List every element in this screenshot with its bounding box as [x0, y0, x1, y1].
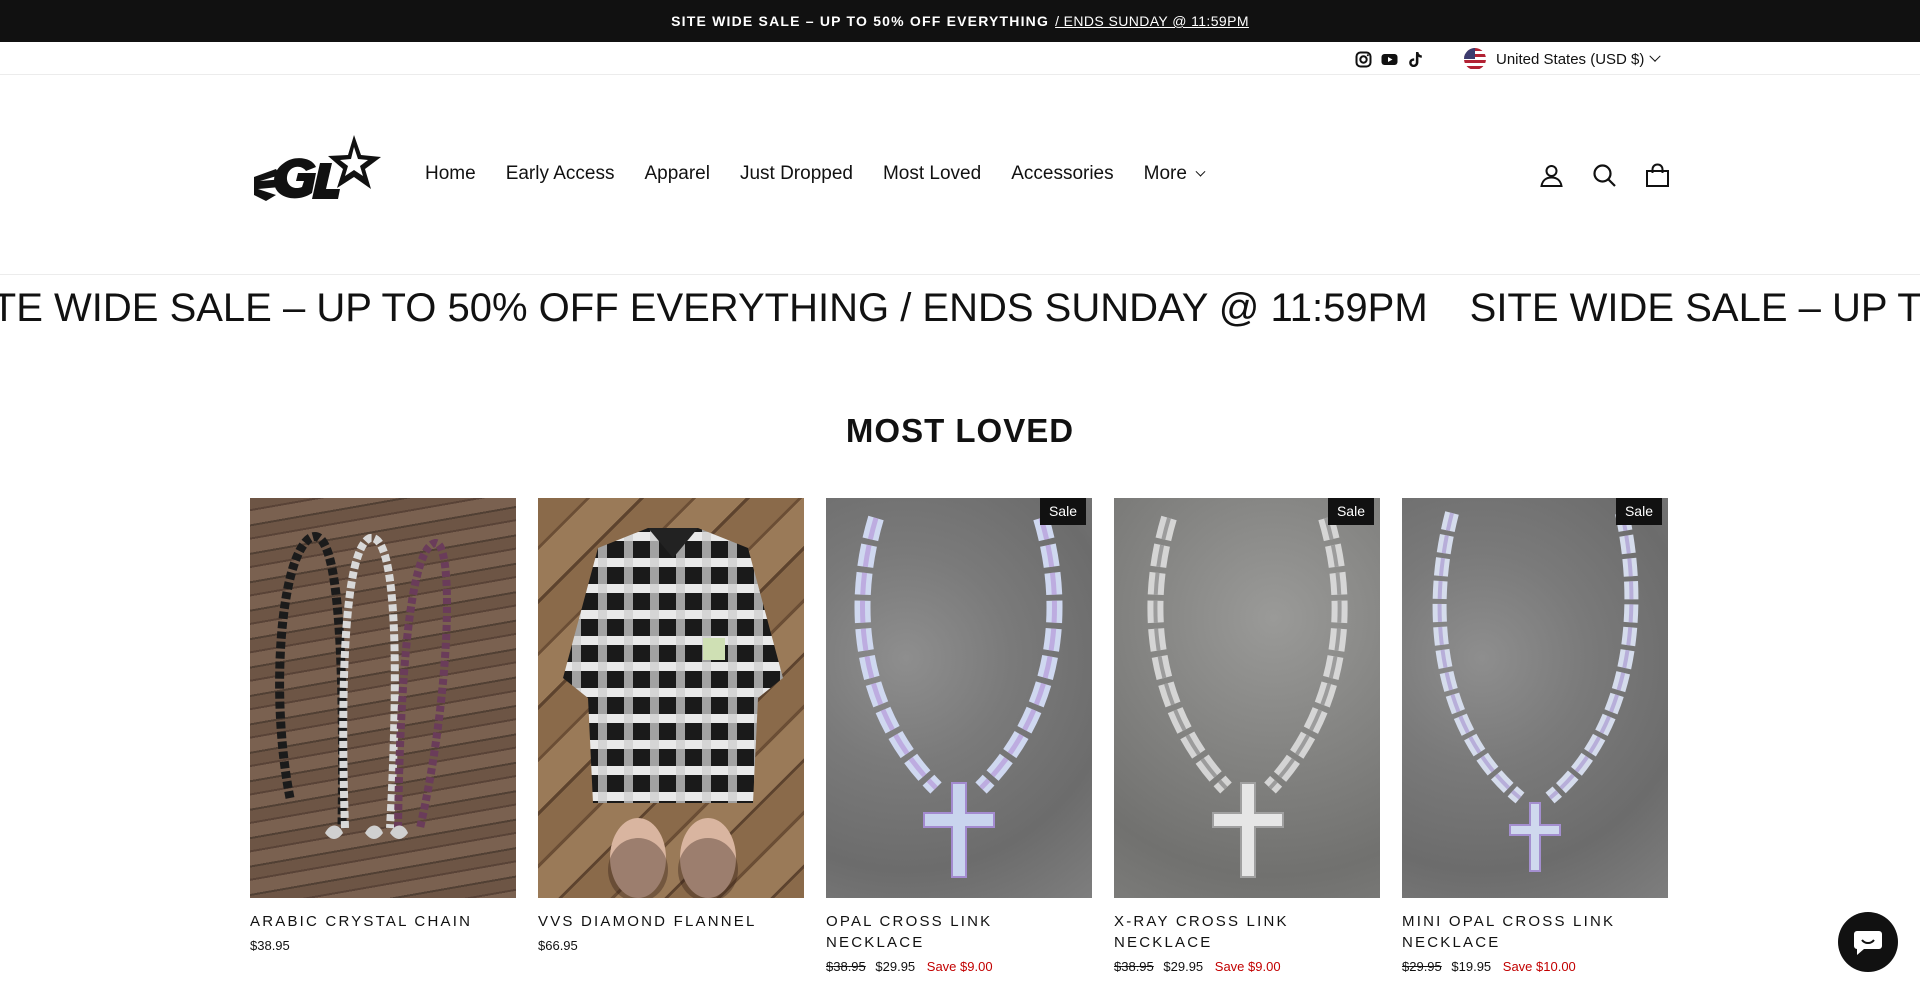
announcement-bar: SITE WIDE SALE – UP TO 50% OFF EVERYTHIN… — [0, 0, 1920, 42]
marquee-item: SITE WIDE SALE – UP TO 50% OFF EVERYTHIN… — [0, 286, 1428, 330]
product-sale-price: $29.95 — [875, 959, 916, 974]
sale-badge: Sale — [1327, 498, 1374, 525]
product-card[interactable]: Sale MINI OPAL CROSS LINK NECKLACE $29.9… — [1402, 498, 1668, 974]
nav-item-more[interactable]: More — [1143, 163, 1206, 185]
chat-button[interactable] — [1838, 912, 1898, 972]
header-actions — [1539, 163, 1670, 188]
product-price-row: $66.95 — [538, 938, 804, 953]
tiktok-icon[interactable] — [1407, 51, 1424, 68]
product-old-price: $38.95 — [826, 959, 866, 974]
nav-item-just-dropped[interactable]: Just Dropped — [740, 163, 853, 185]
product-price-row: $38.95 $29.95 Save $9.00 — [826, 959, 1092, 974]
currency-label: United States (USD $) — [1496, 50, 1645, 68]
product-old-price: $29.95 — [1402, 959, 1442, 974]
product-savings: Save $9.00 — [926, 959, 993, 974]
nav-item-most-loved[interactable]: Most Loved — [883, 163, 981, 185]
product-sale-price: $29.95 — [1163, 959, 1204, 974]
product-image[interactable] — [250, 498, 516, 898]
nav-item-early-access[interactable]: Early Access — [506, 163, 615, 185]
chat-bubble-icon — [1854, 931, 1882, 955]
currency-selector[interactable]: United States (USD $) — [1464, 47, 1662, 71]
instagram-icon[interactable] — [1355, 51, 1372, 68]
nav-item-accessories[interactable]: Accessories — [1011, 163, 1113, 185]
sale-badge: Sale — [1615, 498, 1662, 525]
product-title[interactable]: VVS DIAMOND FLANNEL — [538, 911, 804, 932]
nav-item-home[interactable]: Home — [425, 163, 476, 185]
search-icon[interactable] — [1592, 163, 1617, 188]
brand-logo[interactable] — [250, 133, 388, 211]
product-savings: Save $10.00 — [1502, 959, 1576, 974]
product-card[interactable]: Sale OPAL CROSS LINK NECKLACE $38.95 $29… — [826, 498, 1092, 974]
sale-marquee: SITE WIDE SALE – UP TO 50% OFF EVERYTHIN… — [0, 276, 1920, 340]
section-title: MOST LOVED — [845, 412, 1075, 449]
chevron-down-icon — [1195, 166, 1206, 177]
cart-icon[interactable] — [1645, 163, 1670, 188]
product-title[interactable]: ARABIC CRYSTAL CHAIN — [250, 911, 516, 932]
product-price-row: $38.95 $29.95 Save $9.00 — [1114, 959, 1380, 974]
product-image[interactable] — [538, 498, 804, 898]
chevron-down-icon — [1649, 50, 1662, 62]
announcement-link[interactable]: / ENDS SUNDAY @ 11:59PM — [1055, 13, 1249, 29]
product-price: $38.95 — [250, 938, 290, 953]
product-sale-price: $19.95 — [1451, 959, 1492, 974]
account-icon[interactable] — [1539, 163, 1564, 188]
nav-item-apparel[interactable]: Apparel — [644, 163, 710, 185]
marquee-track: SITE WIDE SALE – UP TO 50% OFF EVERYTHIN… — [0, 276, 1920, 340]
marquee-item: SITE WIDE SALE – UP TO 50% OFF EVERYTHIN… — [1469, 286, 1920, 330]
product-title[interactable]: X-RAY CROSS LINK NECKLACE — [1114, 911, 1380, 953]
nav-more-label: More — [1143, 163, 1187, 184]
site-header: Home Early Access Apparel Just Dropped M… — [0, 75, 1920, 275]
product-grid: ARABIC CRYSTAL CHAIN $38.95 VVS DIAMOND … — [250, 498, 1668, 974]
youtube-icon[interactable] — [1381, 51, 1398, 68]
product-title[interactable]: OPAL CROSS LINK NECKLACE — [826, 911, 1092, 953]
social-links — [1355, 51, 1424, 68]
main-nav: Home Early Access Apparel Just Dropped M… — [425, 163, 1234, 185]
product-title[interactable]: MINI OPAL CROSS LINK NECKLACE — [1402, 911, 1668, 953]
product-image[interactable]: Sale — [1114, 498, 1380, 898]
product-image[interactable]: Sale — [826, 498, 1092, 898]
product-savings: Save $9.00 — [1214, 959, 1281, 974]
utility-bar: United States (USD $) — [0, 42, 1920, 75]
product-price: $66.95 — [538, 938, 578, 953]
product-card[interactable]: Sale X-RAY CROSS LINK NECKLACE $38.95 $2… — [1114, 498, 1380, 974]
product-price-row: $38.95 — [250, 938, 516, 953]
product-price-row: $29.95 $19.95 Save $10.00 — [1402, 959, 1668, 974]
product-old-price: $38.95 — [1114, 959, 1154, 974]
us-flag-icon — [1464, 48, 1486, 70]
product-card[interactable]: ARABIC CRYSTAL CHAIN $38.95 — [250, 498, 516, 974]
product-image[interactable]: Sale — [1402, 498, 1668, 898]
sale-badge: Sale — [1039, 498, 1086, 525]
product-card[interactable]: VVS DIAMOND FLANNEL $66.95 — [538, 498, 804, 974]
announcement-text: SITE WIDE SALE – UP TO 50% OFF EVERYTHIN… — [671, 13, 1050, 29]
